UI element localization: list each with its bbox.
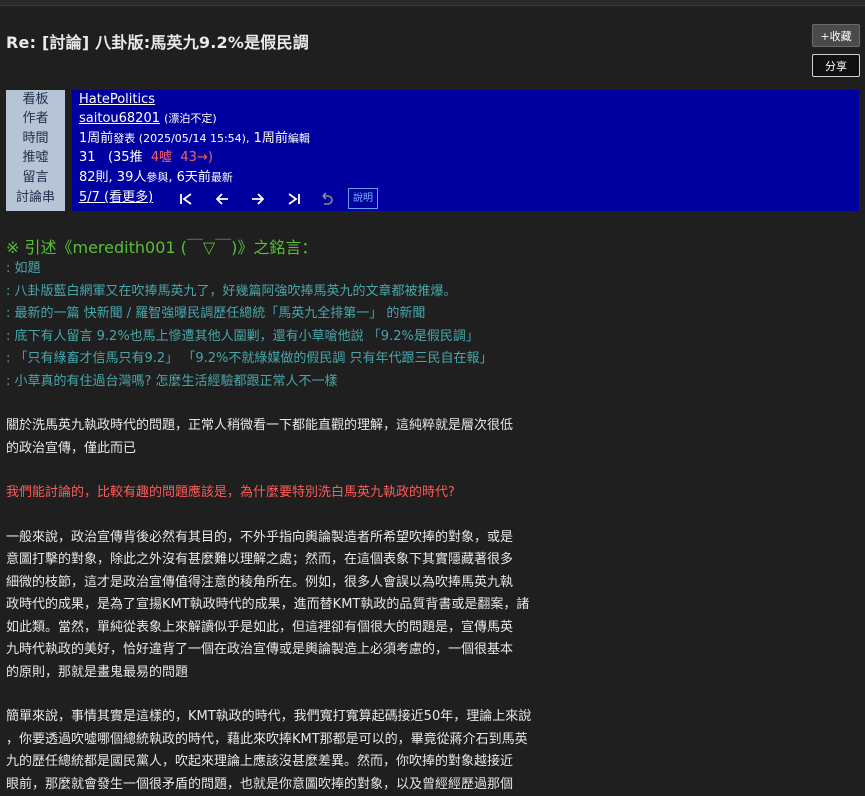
- thread-position-link[interactable]: 5/7 (看更多): [79, 190, 153, 205]
- body-line: 一般來說，政治宣傳背後必然有其目的，不外乎指向輿論製造者所希望吹捧的對象，或是: [6, 527, 626, 550]
- meta-label-author: 作者: [6, 109, 65, 128]
- first-icon[interactable]: [178, 190, 194, 208]
- board-row: HatePolitics: [79, 90, 155, 109]
- highlight-line: 我們能討論的，比較有趣的問題應該是，為什麼要特別洗白馬英九執政的時代?: [6, 482, 626, 505]
- latest-label: 最新: [211, 171, 233, 184]
- page-title: Re: [討論] 八卦版:馬英九9.2%是假民調: [6, 29, 309, 53]
- time-edited-label: 編輯: [288, 132, 310, 145]
- arrow-count: 43→): [180, 150, 213, 165]
- top-bar: [0, 0, 865, 6]
- participants-label: 參與: [146, 171, 168, 184]
- body-line: 簡單來說，事情其實是這樣的，KMT執政的時代，我們寬打寬算起碼接近50年，理論上…: [6, 706, 626, 729]
- body-line: 九時代執政的美好，恰好違背了一個在政治宣傳或是輿論製造上必須考慮的，一個很基本: [6, 639, 626, 662]
- thread-row: 5/7 (看更多): [79, 188, 153, 207]
- share-button[interactable]: 分享: [812, 54, 860, 77]
- favorite-button[interactable]: +收藏: [812, 24, 860, 47]
- comments-count: 82則, 39人: [79, 170, 146, 185]
- body-line: 政時代的成果，是為了宣揚KMT執政時代的成果，進而替KMT執政的品質背書或是翻案…: [6, 594, 626, 617]
- time-row: 1周前發表 (2025/05/14 15:54), 1周前編輯: [79, 129, 310, 148]
- boo-count: 4噓: [151, 150, 172, 165]
- body-line: 的政治宣傳，僅此而已: [6, 438, 626, 461]
- undo-icon[interactable]: [318, 190, 334, 208]
- comments-row: 82則, 39人參與, 6天前最新: [79, 168, 233, 187]
- quote-line: : 如題: [6, 258, 626, 281]
- meta-label-comments: 留言: [6, 168, 65, 187]
- quote-line: : 底下有人留言 9.2%也馬上慘遭其他人圍剿，還有小草嗆他說 「9.2%是假民…: [6, 326, 626, 349]
- body-line: ，你要透過吹噓哪個總統執政的時代，藉此來吹捧KMT那都是可以的，畢竟從蔣介石到馬…: [6, 729, 626, 752]
- meta-labels: 看板 作者 時間 推噓 留言 討論串: [6, 90, 65, 211]
- quote-line: : 最新的一篇 快新聞 / 羅智強曝民調歷任總統「馬英九全排第一」 的新聞: [6, 303, 626, 326]
- quote-line: : 八卦版藍白網軍又在吹捧馬英九了，好幾篇阿強吹捧馬英九的文章都被推爆。: [6, 281, 626, 304]
- meta-content: HatePolitics saitou68201 (漂泊不定) 1周前發表 (2…: [72, 90, 859, 211]
- body-line: 九的歷任總統都是國民黨人，吹起來理論上應該沒甚麼差異。然而，你吹捧的對象越接近: [6, 751, 626, 774]
- latest-rel: , 6天前: [168, 170, 211, 185]
- meta-label-time: 時間: [6, 129, 65, 148]
- body-line: 細微的枝節，這才是政治宣傳值得注意的稜角所在。例如，很多人會誤以為吹捧馬英九執: [6, 572, 626, 595]
- last-icon[interactable]: [286, 190, 302, 208]
- author-link[interactable]: saitou68201: [79, 111, 160, 126]
- quote-line: : 「只有綠畜才信馬只有9.2」 「9.2%不就綠媒做的假民調 只有年代跟三民自…: [6, 348, 626, 371]
- body-line: 關於洗馬英九執政時代的問題，正常人稍微看一下都能直觀的理解，這純粹就是層次很低: [6, 415, 626, 438]
- quote-line: : 小草真的有住過台灣嗎? 怎麼生活經驗都跟正常人不一樣: [6, 371, 626, 394]
- body-line: 的原則，那就是畫鬼最易的問題: [6, 662, 626, 685]
- prev-icon[interactable]: [214, 190, 230, 208]
- quote-header: ※ 引述《meredith001 (￣▽￣)》之銘言：: [6, 234, 626, 258]
- push-count: (35推: [108, 150, 143, 165]
- help-button[interactable]: 說明: [348, 188, 378, 209]
- meta-label-thread: 討論串: [6, 188, 65, 207]
- meta-label-board: 看板: [6, 90, 65, 109]
- author-nickname: (漂泊不定): [164, 112, 217, 125]
- post-meta-panel: 看板 作者 時間 推噓 留言 討論串 HatePolitics saitou68…: [6, 90, 859, 211]
- next-icon[interactable]: [250, 190, 266, 208]
- time-posted-abs: 發表 (2025/05/14 15:54),: [113, 132, 249, 145]
- post-content: ※ 引述《meredith001 (￣▽￣)》之銘言： : 如題 : 八卦版藍白…: [6, 234, 626, 796]
- meta-label-score: 推噓: [6, 148, 65, 167]
- time-edited-rel: 1周前: [254, 131, 288, 146]
- body-line: 如此類。當然，單純從表象上來解讀似乎是如此，但這裡卻有個很大的問題是，宣傳馬英: [6, 617, 626, 640]
- score-value: 31: [79, 150, 96, 165]
- time-posted-rel: 1周前: [79, 131, 113, 146]
- score-row: 31 (35推 4噓 43→): [79, 148, 213, 167]
- author-row: saitou68201 (漂泊不定): [79, 109, 217, 128]
- board-link[interactable]: HatePolitics: [79, 92, 155, 107]
- body-line: 意圖打擊的對象，除此之外沒有甚麼難以理解之處；然而，在這個表象下其實隱藏著很多: [6, 549, 626, 572]
